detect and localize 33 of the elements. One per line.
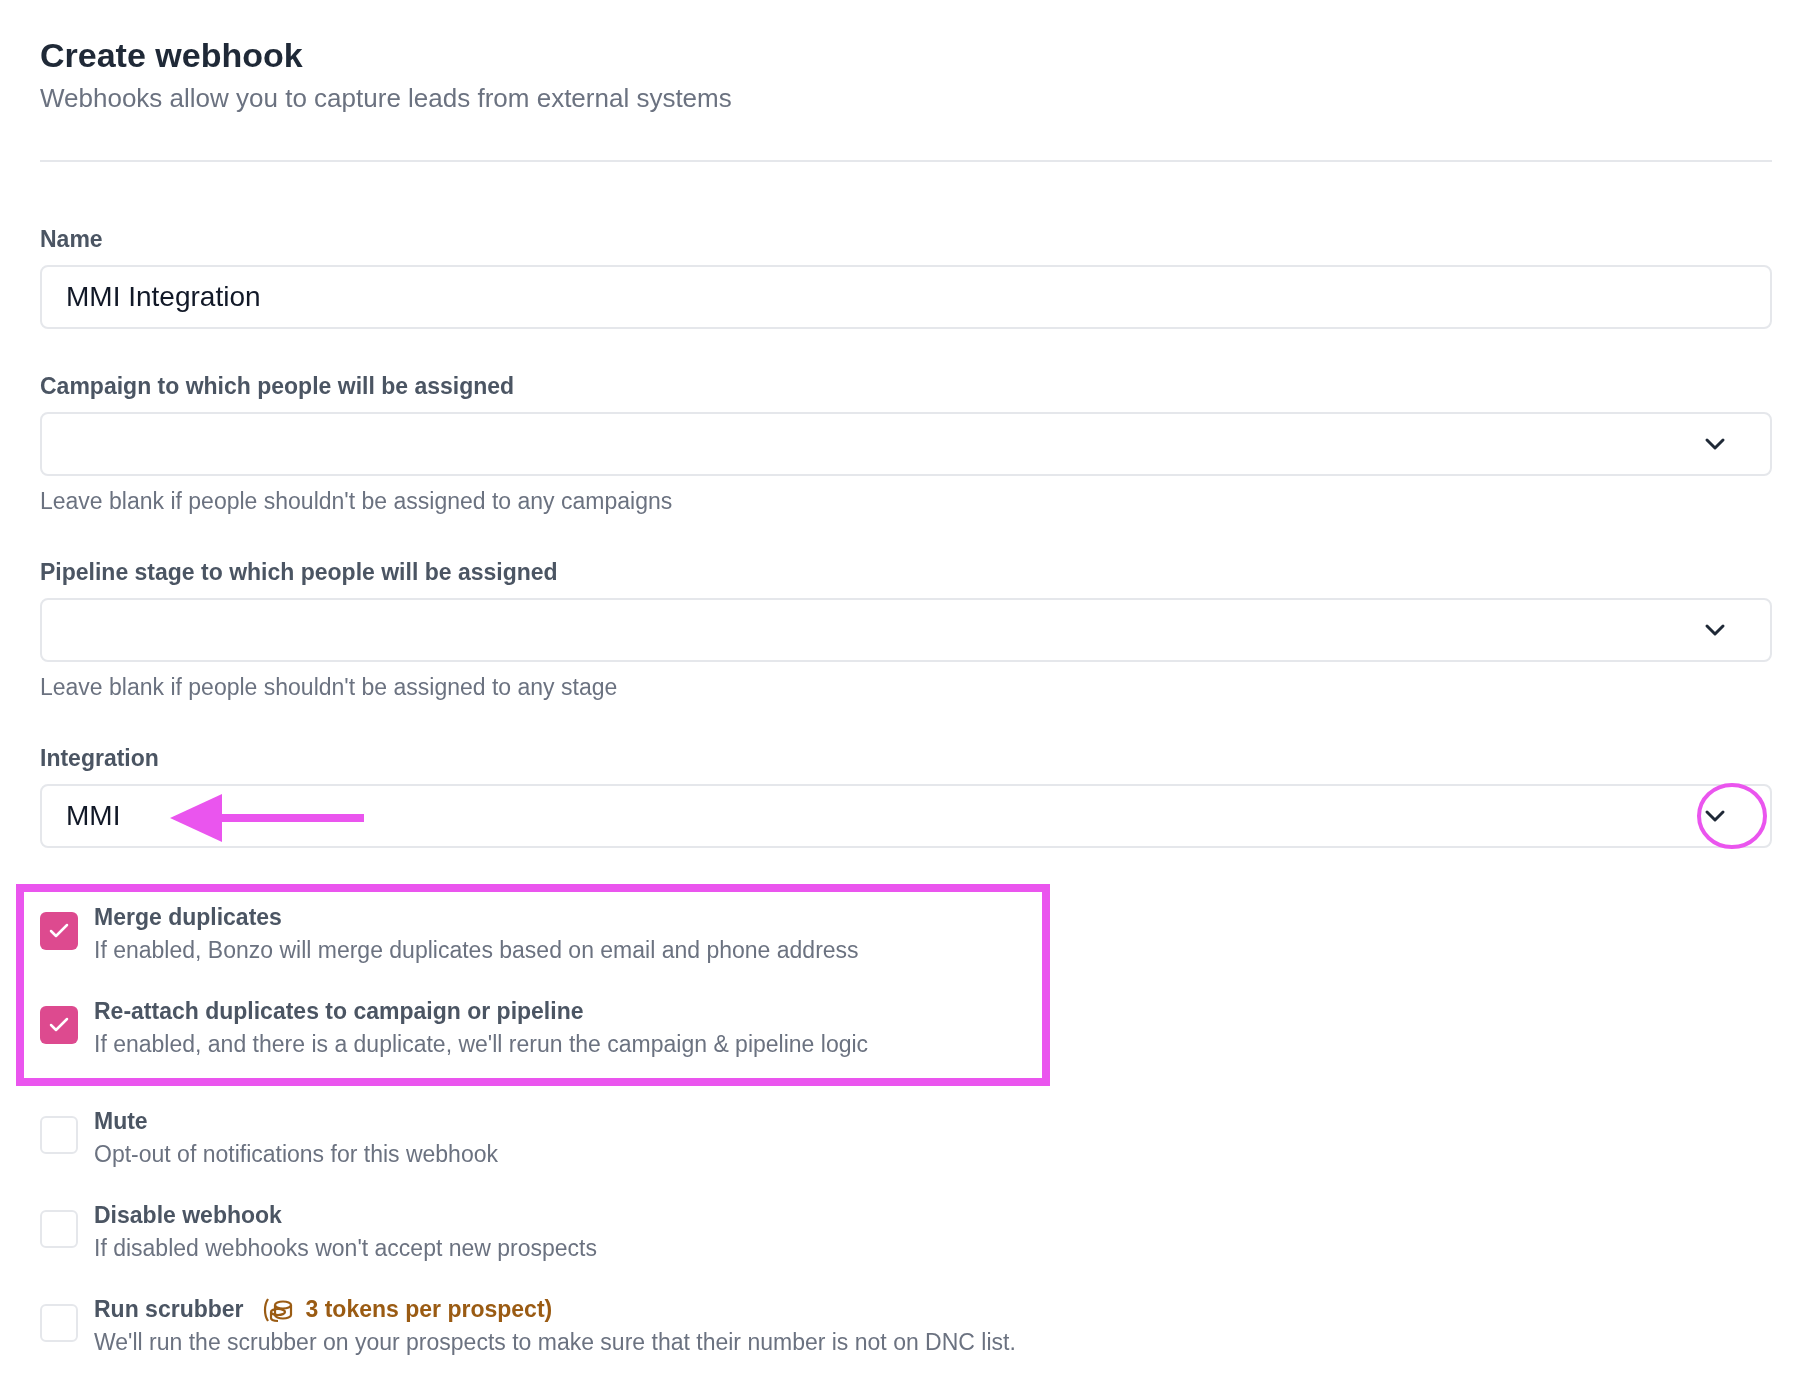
- option-title: Re-attach duplicates to campaign or pipeline: [94, 998, 584, 1025]
- help-text: Leave blank if people shouldn't be assigned to any stage: [40, 674, 619, 701]
- checkbox[interactable]: [40, 912, 78, 950]
- field-label: Name: [40, 226, 104, 253]
- option-description: We'll run the scrubber on your prospects to make sure that their number is not on DNC list.: [94, 1329, 1016, 1356]
- option-title: Run scrubber: [94, 1296, 244, 1323]
- input-field[interactable]: MMI Integration: [40, 265, 1772, 329]
- select-field[interactable]: MMI: [40, 784, 1772, 848]
- option-title: Disable webhook: [94, 1202, 282, 1229]
- field-label: Campaign to which people will be assigned: [40, 373, 516, 400]
- option-title: Mute: [94, 1108, 148, 1135]
- option-title: Merge duplicates: [94, 904, 282, 931]
- select-field[interactable]: [40, 412, 1772, 476]
- chevron-down-icon: [1704, 437, 1726, 451]
- field-label: Pipeline stage to which people will be assigned: [40, 559, 559, 586]
- field-label: Integration: [40, 745, 160, 772]
- option-description: Opt-out of notifications for this webhook: [94, 1141, 498, 1168]
- chevron-down-icon: [1704, 623, 1726, 637]
- checkbox[interactable]: [40, 1006, 78, 1044]
- page-subtitle: Webhooks allow you to capture leads from external systems: [40, 83, 733, 114]
- option-description: If enabled, Bonzo will merge duplicates based on email and phone address: [94, 937, 859, 964]
- check-icon: [49, 1017, 69, 1033]
- checkbox[interactable]: [40, 1210, 78, 1248]
- check-icon: [49, 923, 69, 939]
- checkbox[interactable]: [40, 1116, 78, 1154]
- help-text: Leave blank if people shouldn't be assigned to any campaigns: [40, 488, 674, 515]
- token-cost: 3 tokens per prospect): [305, 1296, 553, 1323]
- page-title: Create webhook: [40, 36, 304, 75]
- select-field[interactable]: [40, 598, 1772, 662]
- chevron-down-icon: [1704, 809, 1726, 823]
- option-description: If disabled webhooks won't accept new prospects: [94, 1235, 597, 1262]
- option-description: If enabled, and there is a duplicate, we'll rerun the campaign & pipeline logic: [94, 1031, 869, 1058]
- checkbox[interactable]: [40, 1304, 78, 1342]
